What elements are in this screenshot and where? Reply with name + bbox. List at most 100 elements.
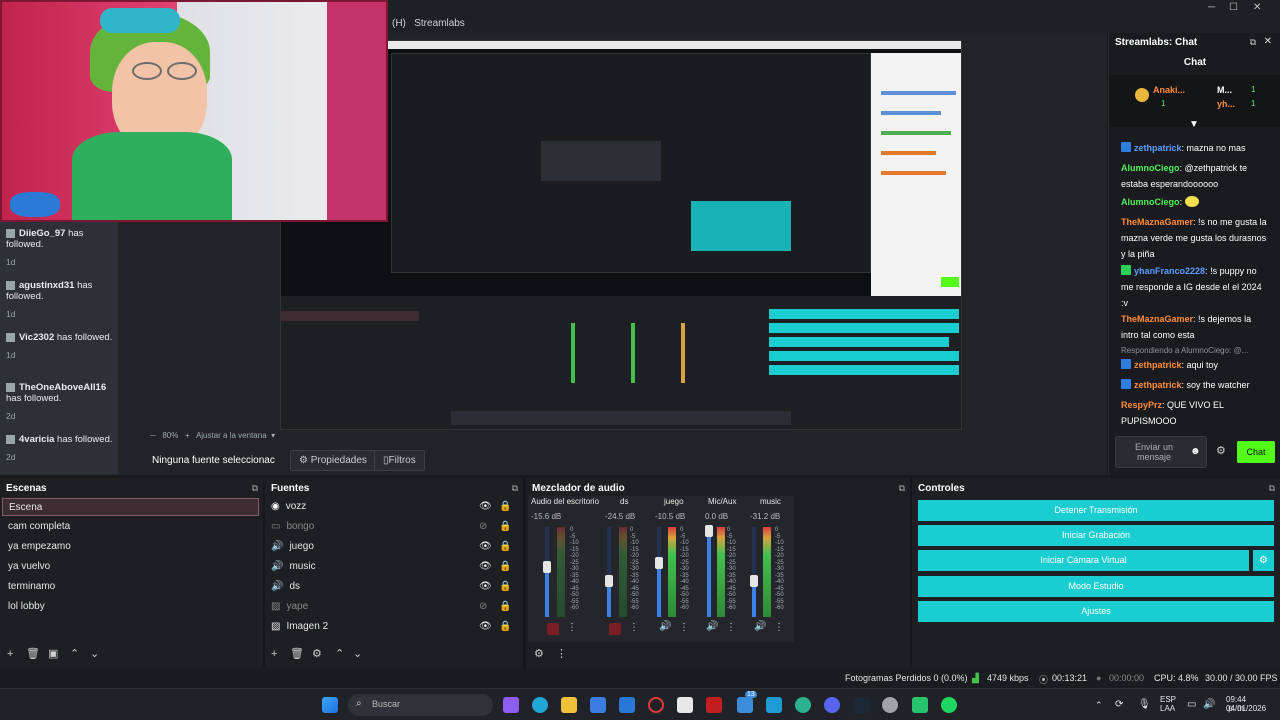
lock-icon[interactable]: 🔒 <box>499 501 511 512</box>
netflix-icon[interactable] <box>706 697 722 713</box>
volume-icon[interactable]: 🔊 <box>1203 699 1215 710</box>
eye-hidden-icon[interactable]: ⊘ <box>479 521 487 532</box>
app-icon[interactable]: 13 <box>737 691 757 713</box>
add-icon[interactable]: + <box>7 648 13 660</box>
speaker-icon[interactable]: 🔊 <box>659 621 671 632</box>
popout-icon[interactable]: ⧉ <box>1250 37 1256 48</box>
streamlabs-icon[interactable] <box>912 697 928 713</box>
channel-menu-icon[interactable]: ⋮ <box>774 622 784 633</box>
source-item[interactable]: 🔊 juego 👁 🔒 <box>271 541 511 552</box>
eye-icon[interactable]: 👁 <box>479 581 492 592</box>
close-icon[interactable]: ✕ <box>1264 36 1272 47</box>
channel-menu-icon[interactable]: ⋮ <box>726 622 736 633</box>
start-virtual-camera-button[interactable]: Iniciar Cámara Virtual <box>918 550 1249 571</box>
source-item[interactable]: 🔊 ds 👁 🔒 <box>271 581 511 592</box>
source-item[interactable]: ▨ yape ⊘ 🔒 <box>271 601 511 612</box>
popout-icon[interactable]: ⧉ <box>899 483 905 494</box>
popout-icon[interactable]: ⧉ <box>1269 483 1275 494</box>
emoji-icon[interactable]: ☻ <box>1190 446 1201 457</box>
volume-fader-track[interactable] <box>607 527 611 617</box>
eye-hidden-icon[interactable]: ⊘ <box>479 601 487 612</box>
move-up-icon[interactable]: ⌃ <box>70 647 79 660</box>
eye-icon[interactable]: 👁 <box>479 621 492 632</box>
scene-item[interactable]: Escena <box>2 498 259 516</box>
lock-icon[interactable]: 🔒 <box>499 541 511 552</box>
scene-item[interactable]: terminamo <box>8 581 55 592</box>
send-chat-button[interactable]: Chat <box>1237 441 1275 463</box>
lock-icon[interactable]: 🔒 <box>499 601 511 612</box>
lock-icon[interactable]: 🔒 <box>499 581 511 592</box>
volume-fader-track[interactable] <box>752 527 756 617</box>
close-icon[interactable]: ✕ <box>1253 2 1261 13</box>
add-icon[interactable]: + <box>271 648 277 660</box>
move-up-icon[interactable]: ⌃ <box>335 647 344 660</box>
sync-icon[interactable]: ⟳ <box>1115 699 1123 710</box>
speaker-icon[interactable]: 🔊 <box>754 621 766 632</box>
source-item[interactable]: ▨ Imagen 2 👁 🔒 <box>271 621 511 632</box>
windows-start-icon[interactable] <box>322 697 338 713</box>
lock-icon[interactable]: 🔒 <box>499 621 511 632</box>
minimize-icon[interactable]: ─ <box>1208 2 1215 13</box>
settings-button[interactable]: Ajustes <box>918 601 1274 622</box>
volume-fader-handle[interactable] <box>705 525 713 537</box>
app-icon[interactable] <box>795 697 811 713</box>
app-icon[interactable] <box>677 697 693 713</box>
channel-menu-icon[interactable]: ⋮ <box>629 622 639 633</box>
obs-icon[interactable] <box>882 697 898 713</box>
chat-input[interactable]: Enviar un mensaje ☻ <box>1115 436 1207 468</box>
taskbar-search[interactable]: ⌕ Buscar <box>348 694 493 716</box>
copilot-icon[interactable] <box>503 697 519 713</box>
gear-icon[interactable]: ⚙ <box>312 647 322 660</box>
stop-streaming-button[interactable]: Detener Transmisión <box>918 500 1274 521</box>
popout-icon[interactable]: ⧉ <box>512 483 518 494</box>
mail-icon[interactable] <box>619 697 635 713</box>
speaker-icon[interactable]: 🔊 <box>706 621 718 632</box>
microphone-icon[interactable]: 🎙 <box>1138 699 1151 710</box>
spotify-icon[interactable] <box>941 697 957 713</box>
trash-icon[interactable]: 🗑 <box>26 647 40 660</box>
properties-button[interactable]: ⚙ Propiedades <box>290 450 376 471</box>
chevron-up-icon[interactable]: ⌃ <box>1095 700 1103 711</box>
zoom-level[interactable]: 80% <box>162 431 178 440</box>
popout-icon[interactable]: ⧉ <box>252 483 258 494</box>
network-icon[interactable]: ▭ <box>1187 699 1196 710</box>
edge-icon[interactable] <box>532 697 548 713</box>
volume-fader-handle[interactable] <box>750 575 758 587</box>
start-recording-button[interactable]: Iniciar Grabación <box>918 525 1274 546</box>
fit-window-toggle[interactable]: Ajustar a la ventana <box>196 431 267 440</box>
scene-item[interactable]: lol lobby <box>8 601 45 612</box>
volume-fader-track[interactable] <box>707 527 711 617</box>
volume-fader-handle[interactable] <box>543 561 551 573</box>
eye-icon[interactable]: 👁 <box>479 561 492 572</box>
settings-icon[interactable]: ⚙ <box>1216 444 1226 457</box>
gear-icon[interactable]: ⚙ <box>534 647 544 660</box>
store-icon[interactable] <box>590 697 606 713</box>
opera-icon[interactable] <box>648 697 664 713</box>
filter-icon[interactable]: ▣ <box>48 647 58 660</box>
app-icon[interactable] <box>766 697 782 713</box>
studio-mode-button[interactable]: Modo Estudio <box>918 576 1274 597</box>
steam-icon[interactable] <box>853 697 869 713</box>
channel-menu-icon[interactable]: ⋮ <box>679 622 689 633</box>
source-item[interactable]: ◉ vozz 👁 🔒 <box>271 501 511 512</box>
volume-fader-track[interactable] <box>657 527 661 617</box>
volume-fader-handle[interactable] <box>605 575 613 587</box>
virtual-camera-settings-icon[interactable]: ⚙ <box>1253 550 1274 571</box>
muted-speaker-icon[interactable] <box>609 623 621 635</box>
lock-icon[interactable]: 🔒 <box>499 561 511 572</box>
muted-speaker-icon[interactable] <box>547 623 559 635</box>
expand-icon[interactable]: ▼ <box>1189 119 1199 130</box>
discord-icon[interactable] <box>824 697 840 713</box>
eye-icon[interactable]: 👁 <box>479 541 492 552</box>
source-item[interactable]: ▭ bongo ⊘ 🔒 <box>271 521 511 532</box>
trash-icon[interactable]: 🗑 <box>290 647 304 660</box>
scene-item[interactable]: ya vuelvo <box>8 561 50 572</box>
move-down-icon[interactable]: ⌄ <box>90 647 99 660</box>
source-item[interactable]: 🔊 music 👁 🔒 <box>271 561 511 572</box>
move-down-icon[interactable]: ⌄ <box>353 647 362 660</box>
maximize-icon[interactable]: ☐ <box>1229 2 1238 13</box>
more-icon[interactable]: ⋮ <box>556 647 567 660</box>
lock-icon[interactable]: 🔒 <box>499 521 511 532</box>
scene-item[interactable]: cam completa <box>8 521 70 532</box>
filters-button[interactable]: ▯Filtros <box>374 450 425 471</box>
